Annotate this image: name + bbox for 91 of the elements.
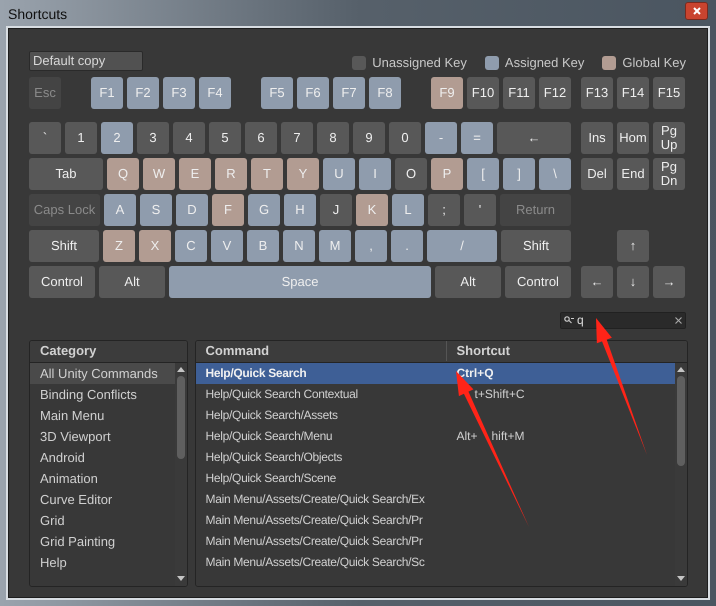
legend-label: Global Key xyxy=(622,54,686,72)
command-name: Main Menu/Assets/Create/Quick Search/Pr xyxy=(204,532,424,550)
command-name: Help/Quick Search/Scene xyxy=(204,470,338,486)
keyboard-key[interactable]: ; xyxy=(428,194,460,226)
command-name: Help/Quick Search/Objects xyxy=(204,448,344,466)
scrollbar[interactable] xyxy=(675,362,687,586)
keyboard-key[interactable]: Del xyxy=(581,158,613,190)
command-row[interactable]: Help/Quick Search/Assets xyxy=(196,404,675,426)
keyboard-key[interactable]: 4 xyxy=(173,122,205,154)
keyboard-key[interactable]: Ins xyxy=(581,122,613,154)
close-button[interactable] xyxy=(685,2,708,20)
scroll-up-icon[interactable] xyxy=(176,366,185,372)
command-name: Main Menu/Assets/Create/Quick Search/Pr xyxy=(204,512,424,528)
command-row[interactable]: Main Menu/Assets/Create/Quick Search/Pr xyxy=(196,530,675,552)
command-name: Help/Quick Search Contextual xyxy=(204,386,359,402)
keyboard-key[interactable]: ← xyxy=(581,266,613,298)
scrollbar-thumb[interactable] xyxy=(677,376,685,466)
keyboard-key[interactable]: 7 xyxy=(281,122,313,154)
command-row[interactable]: Main Menu/Assets/Create/Quick Search/Sc xyxy=(196,552,675,572)
clear-icon[interactable] xyxy=(675,316,682,324)
legend-label: Unassigned Key xyxy=(372,54,467,72)
keyboard-key[interactable]: 3 xyxy=(137,122,169,154)
keyboard-key[interactable]: ↓ xyxy=(617,266,649,298)
keyboard-key[interactable]: F11 xyxy=(503,76,535,108)
command-name: Main Menu/Assets/Create/Quick Search/Sc xyxy=(204,554,426,570)
category-item[interactable]: Curve Editor xyxy=(30,488,175,510)
keyboard-key[interactable]: Tab xyxy=(29,158,103,190)
command-row[interactable]: Help/Quick Search Contextual t+Shift+C xyxy=(196,384,675,404)
keyboard-key[interactable]: Control xyxy=(505,266,571,298)
shortcut-text: Alt+ xyxy=(456,428,478,444)
keyboard-key[interactable]: Shift xyxy=(501,230,571,262)
keyboard-key[interactable]: 9 xyxy=(353,122,385,154)
column-header: Command xyxy=(196,341,447,361)
keyboard-key[interactable]: F14 xyxy=(617,76,649,108)
category-item[interactable]: All Unity Commands xyxy=(30,362,175,384)
scroll-up-icon[interactable] xyxy=(677,366,685,372)
keyboard-key[interactable]: Pg Dn xyxy=(653,158,685,190)
keyboard-key[interactable]: End xyxy=(617,158,649,190)
profile-dropdown[interactable]: Default copy xyxy=(29,50,143,71)
keyboard-key[interactable]: → xyxy=(653,266,685,298)
command-row[interactable]: Help/Quick Search/Objects xyxy=(196,446,675,468)
keyboard-key[interactable]: 8 xyxy=(317,122,349,154)
keyboard-key[interactable]: F12 xyxy=(539,76,571,108)
keyboard-key[interactable]: F15 xyxy=(653,76,685,108)
keyboard-key[interactable]: 1 xyxy=(65,122,97,154)
keyboard-key[interactable]: 6 xyxy=(245,122,277,154)
legend-label: Assigned Key xyxy=(504,54,584,72)
keyboard-key[interactable]: Control xyxy=(29,266,95,298)
column-header: Category xyxy=(40,342,96,360)
keyboard-key[interactable]: Alt xyxy=(99,266,165,298)
command-row[interactable]: Help/Quick Search/Menu Alt+ hift+M xyxy=(196,426,675,446)
close-icon xyxy=(692,7,700,15)
keyboard-key[interactable]: 5 xyxy=(209,122,241,154)
window-title: Shortcuts xyxy=(8,4,68,24)
scroll-down-icon[interactable] xyxy=(176,576,185,580)
search-icon xyxy=(564,316,574,324)
scrollbar-thumb[interactable] xyxy=(176,376,185,458)
keyboard-key[interactable]: Hom xyxy=(617,122,649,154)
category-item[interactable]: Animation xyxy=(30,468,175,488)
keyboard-key[interactable]: 0 xyxy=(389,122,421,154)
command-row[interactable]: Main Menu/Assets/Create/Quick Search/Ex xyxy=(196,488,675,510)
keyboard-key[interactable]: J xyxy=(320,194,352,226)
shortcut-text: hift+M xyxy=(492,428,525,444)
keyboard-key[interactable]: Pg Up xyxy=(653,122,685,154)
command-name: Help/Quick Search/Menu xyxy=(204,428,334,444)
command-row[interactable]: Main Menu/Assets/Create/Quick Search/Pr xyxy=(196,510,675,530)
keyboard-key[interactable]: ` xyxy=(29,122,61,154)
category-item[interactable]: Android xyxy=(30,446,175,468)
keyboard-key[interactable]: F13 xyxy=(581,76,613,108)
keyboard-key[interactable]: ← xyxy=(497,122,571,154)
keyboard-key[interactable]: ' xyxy=(464,194,496,226)
keyboard-key[interactable]: Shift xyxy=(29,230,99,262)
category-item[interactable]: Grid xyxy=(30,510,175,530)
search-text: q xyxy=(577,313,584,327)
category-item[interactable]: Binding Conflicts xyxy=(30,384,175,404)
keyboard-key[interactable]: F10 xyxy=(467,76,499,108)
category-item[interactable]: Main Menu xyxy=(30,404,175,426)
command-name: Main Menu/Assets/Create/Quick Search/Ex xyxy=(204,490,426,508)
command-name: Help/Quick Search xyxy=(204,364,308,382)
keyboard-key[interactable]: O xyxy=(395,158,427,190)
shortcut-text: t+Shift+C xyxy=(474,386,525,402)
keyboard-key[interactable]: Alt xyxy=(435,266,501,298)
keyboard-key[interactable]: ↑ xyxy=(617,230,649,262)
search-field[interactable]: q xyxy=(560,312,686,328)
category-item[interactable]: Grid Painting xyxy=(30,530,175,552)
command-row[interactable]: Help/Quick Search/Scene xyxy=(196,468,675,488)
category-item[interactable]: 3D Viewport xyxy=(30,426,175,446)
scroll-down-icon[interactable] xyxy=(677,576,685,580)
category-item[interactable]: Help xyxy=(30,552,175,572)
column-header: Shortcut xyxy=(456,342,511,360)
command-name: Help/Quick Search/Assets xyxy=(204,406,339,424)
